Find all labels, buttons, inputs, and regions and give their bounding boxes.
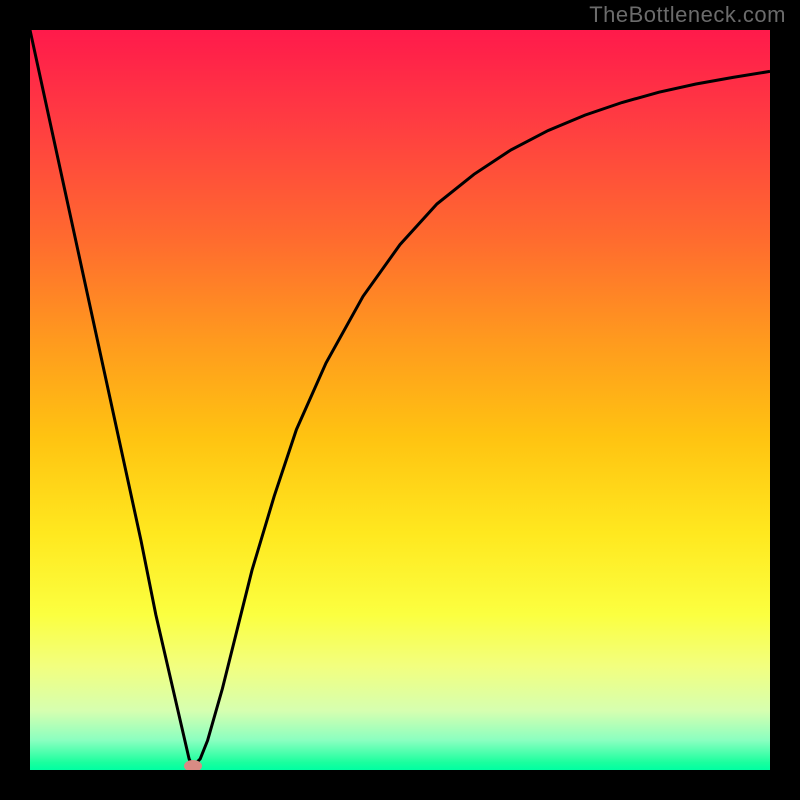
chart-stage: TheBottleneck.com	[0, 0, 800, 800]
minimum-marker	[184, 760, 202, 770]
chart-plot-area	[30, 30, 770, 770]
watermark-text: TheBottleneck.com	[589, 2, 786, 28]
bottleneck-curve	[30, 30, 770, 770]
curve-path	[30, 30, 770, 766]
